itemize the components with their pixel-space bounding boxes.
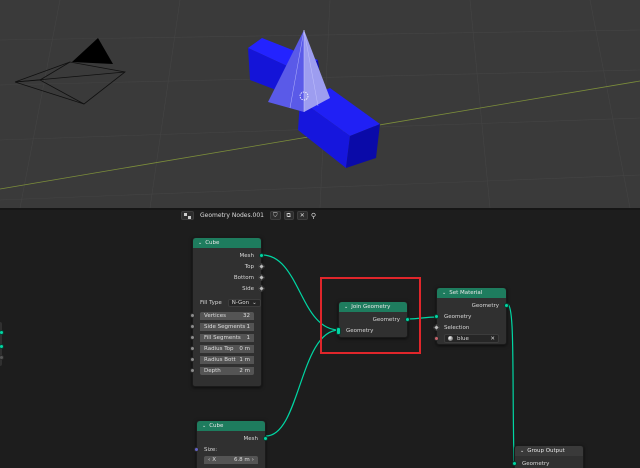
depth-input-socket[interactable] (190, 368, 195, 373)
duplicate-icon[interactable]: ⧉ (283, 211, 294, 220)
collapse-chevron-icon[interactable]: ⌄ (442, 290, 446, 296)
close-icon[interactable]: ✕ (296, 211, 308, 220)
material-input-socket[interactable] (434, 336, 439, 341)
output-label: Geometry (471, 302, 499, 309)
input-label: Selection (444, 324, 470, 331)
node-header[interactable]: ⌄ Cube (193, 238, 261, 248)
collapse-chevron-icon[interactable]: ⌄ (198, 240, 202, 246)
output-row: Side (193, 283, 266, 294)
node-title: Cube (205, 240, 220, 246)
collapse-chevron-icon[interactable]: ⌄ (520, 448, 524, 454)
node-header[interactable]: ⌄ Group Output (515, 446, 583, 456)
viewport-canvas (0, 0, 640, 208)
node-header[interactable]: ⌄ Set Material (437, 288, 506, 298)
input-row: Geometry (434, 311, 506, 322)
node-editor-header: Geometry Nodes.001 ⛉ ⧉ ✕ ⚲ (181, 210, 316, 221)
group-input-node-edge (0, 322, 4, 366)
input-label: Geometry (522, 460, 550, 467)
material-selector[interactable]: blue ✕ (444, 334, 499, 343)
fill-type-label: Fill Type (200, 299, 222, 306)
geometry-input-socket[interactable] (512, 461, 517, 466)
chevron-right-icon[interactable]: › (250, 457, 254, 463)
output-row: Geometry (437, 300, 509, 311)
radius-bottom-field[interactable]: Radius Bott 1 m (200, 356, 254, 364)
node-title: Group Output (527, 448, 565, 454)
size-input-socket[interactable] (194, 447, 199, 452)
node-tree-icon[interactable] (181, 211, 194, 220)
chevron-down-icon: ⌄ (252, 299, 257, 306)
size-x-field[interactable]: ‹ X 6.8 m › (204, 456, 258, 464)
highlight-box (320, 277, 421, 354)
output-label: Top (244, 263, 254, 270)
depth-field[interactable]: Depth 2 m (200, 367, 254, 375)
pin-icon[interactable]: ⚲ (311, 212, 316, 220)
node-header[interactable]: ⌄ Cube (197, 421, 265, 431)
size-label: Size: (204, 446, 218, 453)
geometry-input-socket[interactable] (434, 314, 439, 319)
output-label: Side (242, 285, 254, 292)
side-segments-field[interactable]: Side Segments 1 (200, 323, 254, 331)
output-row: Mesh (193, 250, 264, 261)
collapse-chevron-icon[interactable]: ⌄ (202, 423, 206, 429)
input-fields: Vertices 32 Side Segments 1 Fill Segments 1… (190, 310, 261, 378)
output-row: Mesh (197, 433, 268, 444)
fake-user-shield-icon[interactable]: ⛉ (269, 211, 281, 220)
3d-viewport[interactable] (0, 0, 640, 208)
geometry-node-editor[interactable]: Geometry Nodes.001 ⛉ ⧉ ✕ ⚲ ⌄ Cube Mesh T… (0, 210, 640, 468)
output-row: Top (193, 261, 266, 272)
radius-top-input-socket[interactable] (190, 346, 195, 351)
material-name: blue (457, 335, 469, 342)
input-label: Geometry (444, 313, 472, 320)
input-row: Geometry (512, 458, 583, 468)
material-sphere-icon (448, 336, 453, 341)
size-x-row: ‹ X 6.8 m › (197, 455, 265, 465)
output-row: Bottom (193, 272, 266, 283)
size-row: Size: (194, 444, 265, 455)
cube-node[interactable]: ⌄ Cube Mesh Size: ‹ X 6.8 m › (194, 420, 268, 468)
mesh-output-socket[interactable] (263, 436, 268, 441)
input-row: Selection (432, 322, 506, 333)
vertices-field[interactable]: Vertices 32 (200, 312, 254, 320)
link-set-material-to-output (506, 303, 515, 464)
node-title: Cube (209, 423, 224, 429)
radius-top-field[interactable]: Radius Top 0 m (200, 345, 254, 353)
output-label: Mesh (243, 435, 258, 442)
group-output-node[interactable]: ⌄ Group Output Geometry (512, 445, 584, 468)
geometry-output-socket[interactable] (504, 303, 509, 308)
cube-mesh-node[interactable]: ⌄ Cube Mesh Top Bottom Side Fill Type N-… (190, 237, 266, 387)
node-title: Set Material (449, 290, 483, 296)
fill-type-value: N-Gon (231, 299, 250, 306)
output-label: Mesh (239, 252, 254, 259)
fill-type-row: Fill Type N-Gon ⌄ (193, 297, 261, 308)
radius-bottom-input-socket[interactable] (190, 357, 195, 362)
fill-type-dropdown[interactable]: N-Gon ⌄ (227, 298, 261, 307)
x-value: 6.8 m (233, 457, 250, 463)
fill-segments-input-socket[interactable] (190, 335, 195, 340)
blue-geometry-object[interactable] (248, 29, 380, 168)
fill-segments-field[interactable]: Fill Segments 1 (200, 334, 254, 342)
camera-object[interactable] (14, 38, 126, 105)
node-tree-name[interactable]: Geometry Nodes.001 (197, 212, 267, 219)
side-segments-input-socket[interactable] (190, 324, 195, 329)
close-icon[interactable]: ✕ (490, 336, 495, 342)
mesh-output-socket[interactable] (259, 253, 264, 258)
set-material-node[interactable]: ⌄ Set Material Geometry Geometry Selecti… (432, 287, 509, 345)
material-row: blue ✕ (434, 333, 506, 344)
x-label: X (212, 457, 216, 463)
vertices-input-socket[interactable] (190, 313, 195, 318)
output-label: Bottom (233, 274, 254, 281)
